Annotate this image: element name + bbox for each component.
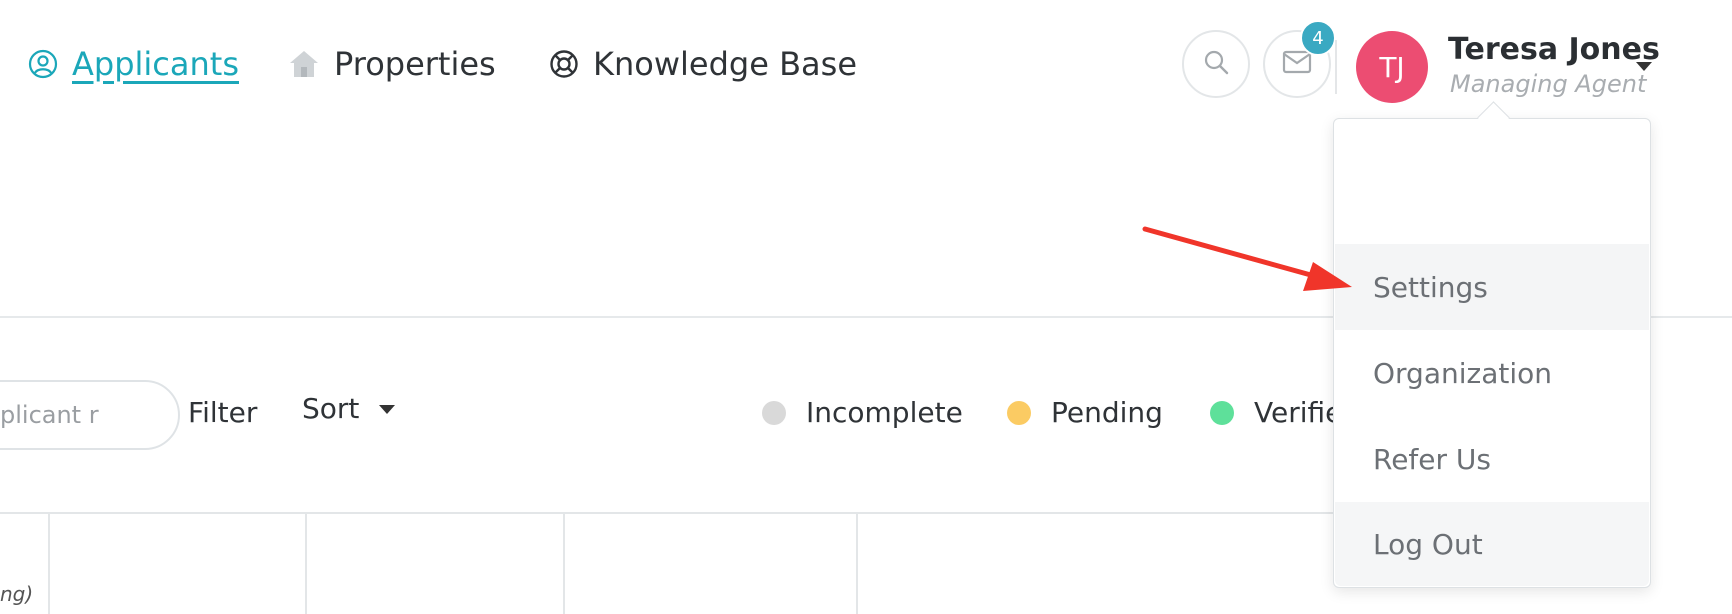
table-header-border bbox=[0, 512, 1340, 514]
legend-incomplete-label: Incomplete bbox=[806, 396, 963, 429]
lifebuoy-icon bbox=[549, 49, 579, 79]
nav-applicants-label: Applicants bbox=[72, 45, 239, 83]
status-dot-pending bbox=[1007, 400, 1031, 425]
column-divider bbox=[563, 514, 565, 614]
annotation-arrow-shaft bbox=[1142, 226, 1321, 280]
legend-verified: Verifie bbox=[1210, 396, 1342, 429]
search-button[interactable] bbox=[1182, 30, 1250, 98]
user-role: Managing Agent bbox=[1450, 70, 1647, 98]
legend-verified-label: Verifie bbox=[1254, 396, 1343, 429]
sort-dropdown[interactable]: Sort bbox=[302, 392, 396, 425]
applicant-search-input[interactable] bbox=[0, 382, 162, 448]
column-divider bbox=[305, 514, 307, 614]
nav-applicants[interactable]: Applicants bbox=[28, 40, 239, 88]
sort-label: Sort bbox=[302, 392, 360, 425]
menu-item-log-out[interactable]: Log Out bbox=[1335, 502, 1649, 586]
status-dot-verified bbox=[1210, 400, 1234, 425]
notification-badge: 4 bbox=[1300, 20, 1336, 56]
table-cell-fragment: ng) bbox=[0, 582, 34, 606]
legend-pending-label: Pending bbox=[1051, 396, 1163, 429]
user-circle-icon bbox=[28, 49, 58, 79]
avatar[interactable]: TJ bbox=[1356, 31, 1428, 103]
legend-pending: Pending bbox=[1007, 396, 1163, 429]
search-icon bbox=[1202, 48, 1230, 80]
menu-item-refer-us[interactable]: Refer Us bbox=[1335, 416, 1649, 502]
column-divider bbox=[48, 514, 50, 614]
menu-item-settings[interactable]: Settings bbox=[1335, 244, 1649, 330]
user-menu-caret-icon[interactable] bbox=[1636, 62, 1652, 71]
envelope-icon bbox=[1282, 50, 1312, 78]
menu-item-organization[interactable]: Organization bbox=[1335, 330, 1649, 416]
nav-knowledge-base-label: Knowledge Base bbox=[593, 45, 857, 83]
nav-properties[interactable]: Properties bbox=[288, 40, 496, 88]
user-name[interactable]: Teresa Jones bbox=[1448, 32, 1660, 67]
status-dot-incomplete bbox=[762, 400, 786, 425]
applicant-search-field[interactable] bbox=[0, 380, 180, 450]
caret-down-icon bbox=[379, 405, 396, 414]
home-icon bbox=[288, 49, 320, 79]
header-divider bbox=[1335, 40, 1337, 94]
legend-incomplete: Incomplete bbox=[762, 396, 963, 429]
filter-button[interactable]: Filter bbox=[188, 396, 257, 429]
nav-knowledge-base[interactable]: Knowledge Base bbox=[549, 40, 857, 88]
column-divider bbox=[856, 514, 858, 614]
nav-properties-label: Properties bbox=[334, 45, 496, 83]
